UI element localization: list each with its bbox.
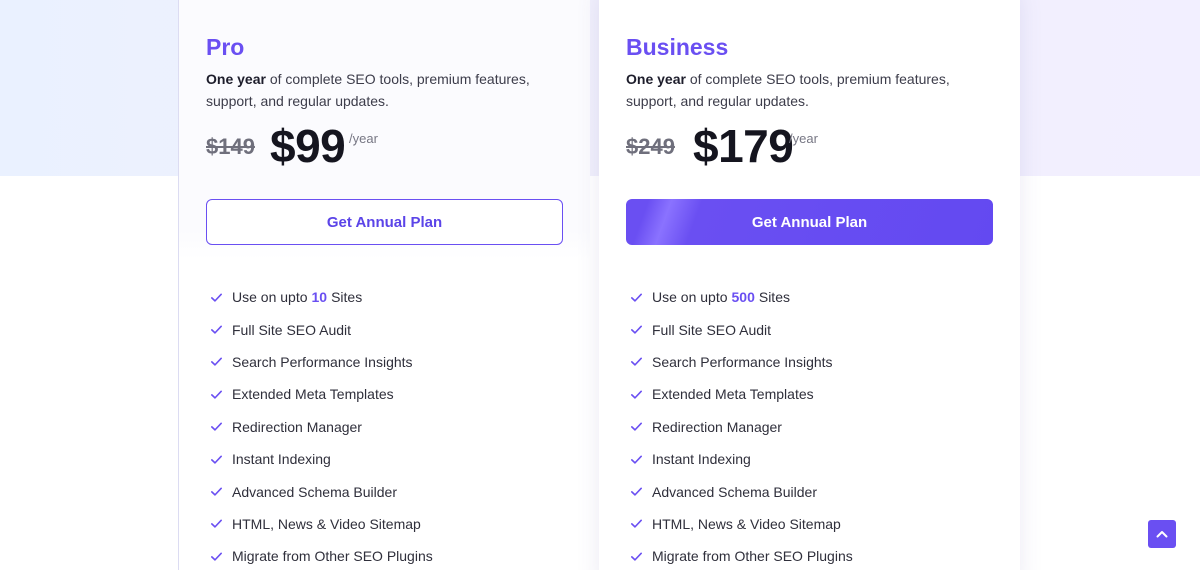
feature-item: Advanced Schema Builder	[629, 475, 853, 507]
old-price: $149	[206, 134, 255, 159]
check-icon	[211, 357, 222, 367]
plan-name: Pro	[206, 34, 245, 60]
price-period: /year	[789, 131, 818, 146]
feature-item: Full Site SEO Audit	[629, 313, 853, 345]
price-period: /year	[349, 131, 378, 146]
feature-item: HTML, News & Video Sitemap	[209, 508, 433, 540]
feature-label: Redirection Manager	[232, 418, 362, 435]
plan-description-bold: One year	[626, 71, 686, 87]
check-icon	[631, 487, 642, 496]
feature-item: Extended Meta Templates	[629, 378, 853, 410]
feature-item: Use on upto 10 Sites	[209, 281, 433, 313]
feature-item: Search Performance Insights	[209, 346, 433, 378]
feature-label: Instant Indexing	[652, 451, 751, 468]
plan-description: One year of complete SEO tools, premium …	[206, 68, 546, 112]
check-icon	[211, 293, 222, 302]
check-icon	[211, 552, 222, 561]
current-price: $99	[270, 120, 346, 172]
pricing-card-pro: Pro One year of complete SEO tools, prem…	[178, 0, 590, 570]
feature-label: Search Performance Insights	[232, 353, 413, 370]
plan-description: One year of complete SEO tools, premium …	[626, 68, 966, 112]
feature-item: Migrate from Other SEO Plugins	[209, 540, 433, 570]
plan-description-bold: One year	[206, 71, 266, 87]
feature-item: Instant Indexing	[629, 443, 853, 475]
feature-label: Migrate from Other SEO Plugins	[652, 548, 853, 565]
chevron-up-icon	[1156, 531, 1168, 538]
current-price: $179	[693, 120, 794, 172]
feature-item: Redirection Manager	[629, 411, 853, 443]
check-icon	[631, 455, 642, 464]
feature-label-suffix: Sites	[331, 289, 363, 306]
feature-label: Advanced Schema Builder	[652, 483, 817, 500]
feature-list: Use on upto 10 Sites Full Site SEO Audit Sea…	[209, 281, 433, 570]
check-icon	[631, 552, 642, 561]
feature-label: Search Performance Insights	[652, 353, 833, 370]
feature-label: Use on upto	[232, 289, 308, 306]
feature-item: HTML, News & Video Sitemap	[629, 508, 853, 540]
old-price: $249	[626, 134, 675, 159]
feature-label: Migrate from Other SEO Plugins	[232, 548, 433, 565]
check-icon	[631, 519, 642, 529]
feature-list: Use on upto 500 Sites Full Site SEO Audit Se…	[629, 281, 853, 570]
get-annual-plan-button[interactable]: Get Annual Plan	[626, 199, 993, 245]
feature-item: Redirection Manager	[209, 411, 433, 443]
feature-highlight: 500	[731, 289, 755, 306]
check-icon	[631, 422, 642, 431]
feature-label: Instant Indexing	[232, 451, 331, 468]
scroll-to-top-button[interactable]	[1148, 520, 1176, 548]
pricing-card-business: Business One year of complete SEO tools,…	[599, 0, 1020, 570]
feature-label: Use on upto	[652, 289, 728, 306]
check-icon	[631, 357, 642, 367]
feature-highlight: 10	[311, 289, 328, 306]
check-icon	[631, 390, 642, 399]
check-icon	[211, 519, 222, 529]
check-icon	[631, 325, 642, 334]
feature-item: Full Site SEO Audit	[209, 313, 433, 345]
plan-name: Business	[626, 34, 729, 60]
feature-item: Use on upto 500 Sites	[629, 281, 853, 313]
feature-label: HTML, News & Video Sitemap	[652, 515, 841, 532]
check-icon	[211, 422, 222, 431]
get-annual-plan-button[interactable]: Get Annual Plan	[206, 199, 563, 245]
feature-item: Instant Indexing	[209, 443, 433, 475]
feature-item: Extended Meta Templates	[209, 378, 433, 410]
feature-item: Advanced Schema Builder	[209, 475, 433, 507]
feature-label-suffix: Sites	[758, 289, 790, 306]
feature-item: Search Performance Insights	[629, 346, 853, 378]
feature-label: Redirection Manager	[652, 418, 782, 435]
check-icon	[211, 455, 222, 464]
feature-label: Full Site SEO Audit	[652, 321, 772, 338]
feature-label: HTML, News & Video Sitemap	[232, 515, 421, 532]
feature-label: Extended Meta Templates	[232, 386, 394, 403]
check-icon	[211, 390, 222, 399]
check-icon	[631, 293, 642, 302]
feature-label: Advanced Schema Builder	[232, 483, 397, 500]
feature-label: Extended Meta Templates	[652, 386, 814, 403]
check-icon	[211, 487, 222, 496]
check-icon	[211, 325, 222, 334]
feature-label: Full Site SEO Audit	[232, 321, 352, 338]
feature-item: Migrate from Other SEO Plugins	[629, 540, 853, 570]
